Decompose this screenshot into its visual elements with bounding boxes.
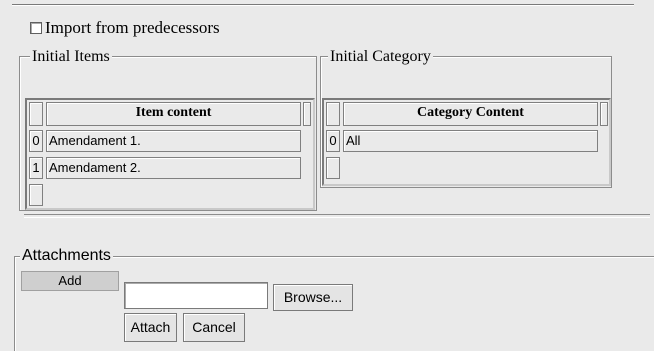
category-row-index: 0 bbox=[326, 130, 340, 152]
initial-items-legend: Initial Items bbox=[30, 48, 112, 65]
browse-button[interactable]: Browse... bbox=[273, 284, 353, 311]
initial-category-legend: Initial Category bbox=[328, 48, 433, 65]
import-checkbox[interactable] bbox=[30, 22, 42, 34]
category-corner-cell bbox=[326, 102, 340, 126]
items-row-index: 0 bbox=[29, 130, 43, 152]
attachments-legend: Attachments bbox=[20, 247, 113, 264]
add-attachment-button[interactable]: Add bbox=[21, 271, 119, 291]
items-row-index: 1 bbox=[29, 157, 43, 179]
items-row-cell[interactable]: Amendament 2. bbox=[46, 157, 301, 179]
items-grid: Item content 0 Amendament 1. 1 Amendamen… bbox=[25, 98, 315, 210]
file-path-input[interactable] bbox=[124, 282, 268, 309]
items-row-cell[interactable]: Amendament 1. bbox=[46, 130, 301, 152]
category-grid: Category Content 0 All bbox=[322, 98, 611, 186]
import-checkbox-label: Import from predecessors bbox=[45, 18, 220, 37]
section-divider bbox=[24, 214, 650, 218]
items-new-row-selector[interactable] bbox=[29, 184, 43, 206]
top-frame-border bbox=[12, 0, 634, 6]
category-column-header[interactable]: Category Content bbox=[343, 102, 598, 126]
items-column-header[interactable]: Item content bbox=[46, 102, 301, 126]
items-scrollbar[interactable] bbox=[303, 102, 311, 126]
items-corner-cell bbox=[29, 102, 43, 126]
attach-button[interactable]: Attach bbox=[124, 313, 177, 342]
category-new-row-selector[interactable] bbox=[326, 157, 340, 179]
category-scrollbar[interactable] bbox=[600, 102, 608, 126]
cancel-button[interactable]: Cancel bbox=[183, 313, 245, 342]
category-row-cell[interactable]: All bbox=[343, 130, 598, 152]
